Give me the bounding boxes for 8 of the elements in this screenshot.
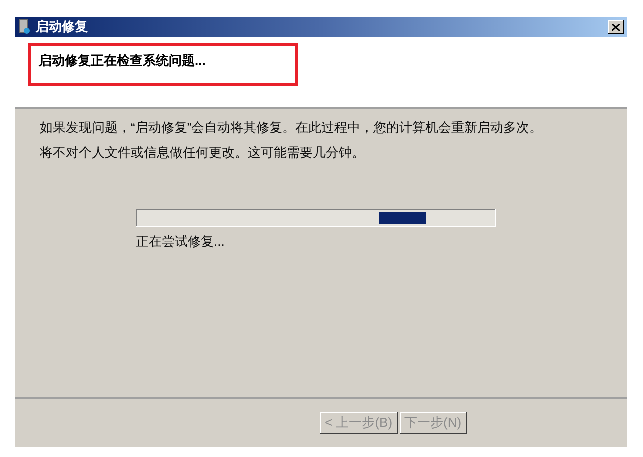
close-button[interactable] (608, 20, 624, 34)
close-icon (612, 24, 620, 30)
window-title: 启动修复 (36, 18, 88, 36)
drive-icon (18, 19, 32, 35)
description-text: 如果发现问题，“启动修复”会自动将其修复。在此过程中，您的计算机会重新启动多次。 (40, 121, 544, 134)
description-text: 将不对个人文件或信息做任何更改。这可能需要几分钟。 (40, 146, 366, 160)
progress-caption: 正在尝试修复... (136, 235, 226, 249)
header-text: 启动修复正在检查系统问题... (39, 52, 206, 70)
